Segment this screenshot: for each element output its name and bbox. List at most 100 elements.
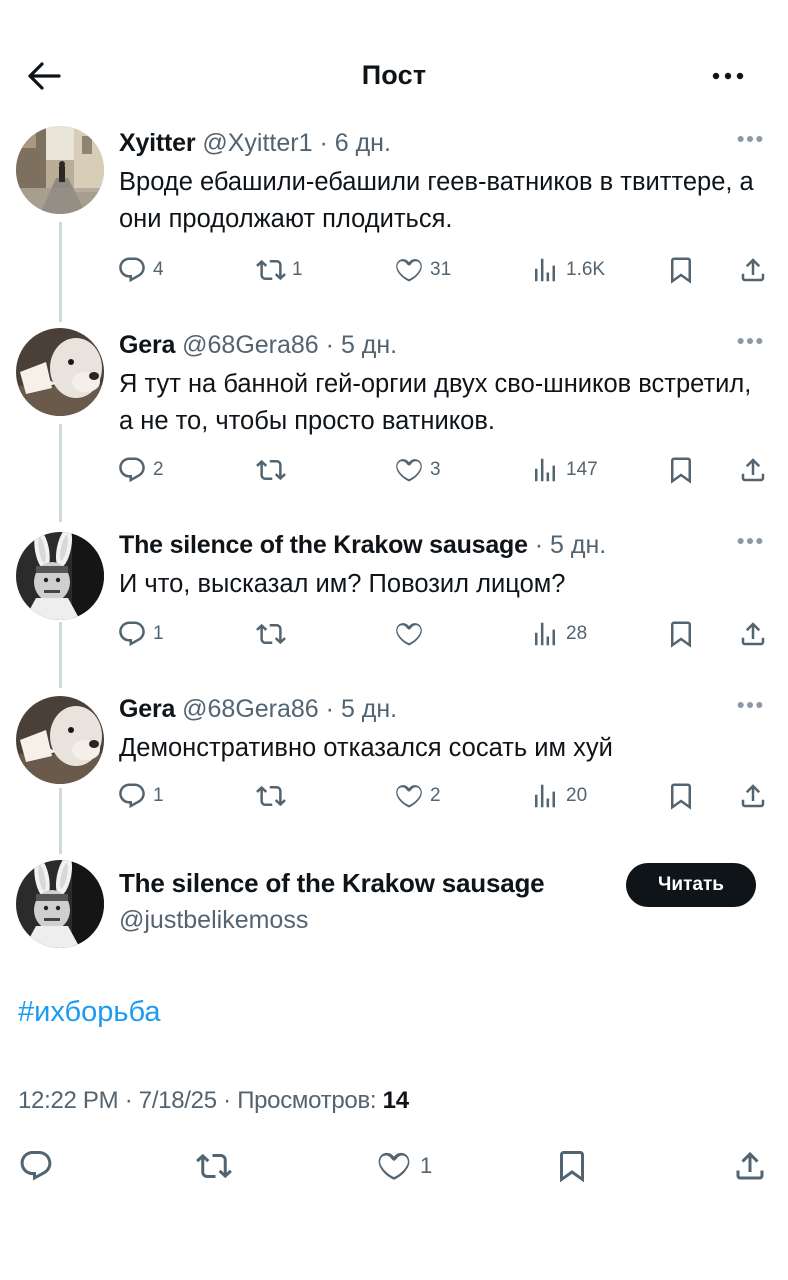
bookmark-button[interactable] <box>666 450 696 490</box>
tweet-text: И что, высказал им? Повозил лицом? <box>119 570 566 598</box>
thread-tweet[interactable]: Xyitter @Xyitter1 · 6 дн. Вроде ебашили-… <box>0 126 788 286</box>
tweet-time[interactable]: 6 дн. <box>335 129 391 157</box>
tweet-time[interactable]: 5 дн. <box>341 695 397 723</box>
separator-dot: · <box>527 531 551 559</box>
avatar[interactable] <box>16 696 104 784</box>
repost-button[interactable] <box>256 450 292 490</box>
author-name[interactable]: Gera <box>119 331 175 359</box>
like-icon <box>394 455 424 485</box>
avatar[interactable] <box>16 328 104 416</box>
reply-button[interactable]: 1 <box>117 614 164 654</box>
repost-button[interactable] <box>256 776 292 816</box>
reply-icon <box>117 255 147 285</box>
author-handle[interactable]: @justbelikemoss <box>119 906 308 935</box>
reply-button[interactable]: 1 <box>117 776 164 816</box>
repost-button[interactable] <box>256 614 292 654</box>
tweet-more-button[interactable] <box>736 128 772 152</box>
bookmark-button[interactable] <box>666 776 696 816</box>
bookmark-icon <box>666 619 696 649</box>
reply-button[interactable]: 4 <box>117 250 164 290</box>
author-handle[interactable]: @68Gera86 <box>182 331 319 359</box>
bookmark-button[interactable] <box>666 614 696 654</box>
views-icon <box>530 255 560 285</box>
more-icon <box>736 536 764 546</box>
views-button[interactable]: 20 <box>530 776 587 816</box>
views-button[interactable]: 28 <box>530 614 587 654</box>
post-time[interactable]: 12:22 PM <box>18 1087 119 1114</box>
thread-tweet[interactable]: Gera @68Gera86 · 5 дн. Я тут на банной г… <box>0 328 788 488</box>
author-name[interactable]: The silence of the Krakow sausage <box>119 868 545 899</box>
share-icon <box>738 255 768 285</box>
views-button[interactable]: 147 <box>530 450 598 490</box>
tweet-more-button[interactable] <box>736 530 772 554</box>
share-button[interactable] <box>738 250 768 290</box>
views-count: 1.6K <box>566 259 606 280</box>
reply-button[interactable]: 2 <box>117 450 164 490</box>
reply-count: 2 <box>153 459 164 480</box>
separator-dot: · <box>118 1087 139 1114</box>
share-icon <box>738 619 768 649</box>
tweet-more-button[interactable] <box>736 694 772 718</box>
views-button[interactable]: 1.6K <box>530 250 605 290</box>
reply-button[interactable] <box>18 1146 54 1186</box>
like-button[interactable]: 3 <box>394 450 441 490</box>
avatar[interactable] <box>16 532 104 620</box>
bookmark-button[interactable] <box>666 250 696 290</box>
top-bar: Пост <box>0 40 788 110</box>
author-handle[interactable]: @68Gera86 <box>182 695 319 723</box>
author-name[interactable]: The silence of the Krakow sausage <box>119 531 528 559</box>
views-icon <box>530 619 560 649</box>
reply-count: 1 <box>153 623 164 644</box>
post-date[interactable]: 7/18/25 <box>139 1087 217 1114</box>
thread-tweet[interactable]: Gera @68Gera86 · 5 дн. Демонстративно от… <box>0 692 788 816</box>
like-button[interactable]: 31 <box>394 250 451 290</box>
share-button[interactable] <box>738 450 768 490</box>
tweet-time[interactable]: 5 дн. <box>550 531 606 559</box>
avatar[interactable] <box>16 860 104 948</box>
like-count: 1 <box>420 1153 433 1178</box>
like-icon <box>394 619 424 649</box>
page-title: Пост <box>361 60 427 90</box>
repost-button[interactable] <box>196 1146 232 1186</box>
more-options-button[interactable] <box>706 58 750 94</box>
like-button[interactable] <box>394 614 430 654</box>
tweet-time[interactable]: 5 дн. <box>341 331 397 359</box>
repost-button[interactable]: 1 <box>256 250 303 290</box>
reply-count: 4 <box>153 259 164 280</box>
like-count: 3 <box>430 459 441 480</box>
tweet-more-button[interactable] <box>736 330 772 354</box>
like-icon <box>394 781 424 811</box>
repost-icon <box>256 781 286 811</box>
author-name[interactable]: Gera <box>119 695 175 723</box>
reply-icon <box>117 455 147 485</box>
tweet-text: Я тут на банной гей-оргии двух сво-шнико… <box>119 370 752 435</box>
hashtag-link[interactable]: #ихборьба <box>18 996 161 1029</box>
author-name[interactable]: Xyitter <box>119 129 196 157</box>
bookmark-button[interactable] <box>554 1146 590 1186</box>
bookmark-icon <box>666 455 696 485</box>
avatar[interactable] <box>16 126 104 214</box>
share-button[interactable] <box>732 1146 768 1186</box>
tweet-header: Gera @68Gera86 · 5 дн. <box>119 328 397 362</box>
like-count: 31 <box>430 259 452 280</box>
tweet-actions: 4 1 31 1.6K <box>0 250 788 290</box>
reply-icon <box>117 619 147 649</box>
share-button[interactable] <box>738 776 768 816</box>
repost-icon <box>256 619 286 649</box>
separator-dot: · <box>312 129 335 157</box>
follow-button[interactable]: Читать <box>626 863 756 907</box>
author-handle[interactable]: @Xyitter1 <box>202 129 312 157</box>
share-button[interactable] <box>738 614 768 654</box>
tweet-header: Gera @68Gera86 · 5 дн. <box>119 692 397 726</box>
thread-tweet[interactable]: The silence of the Krakow sausage · 5 дн… <box>0 528 788 652</box>
like-button[interactable]: 2 <box>394 776 441 816</box>
repost-count: 1 <box>292 259 303 280</box>
bookmark-icon <box>666 255 696 285</box>
more-icon <box>736 336 764 346</box>
tweet-header: The silence of the Krakow sausage · 5 дн… <box>119 528 606 562</box>
more-icon <box>736 134 764 144</box>
tweet-text: Вроде ебашили-ебашили геев-ватников в тв… <box>119 168 754 233</box>
separator-dot: · <box>318 695 341 723</box>
like-button[interactable]: 1 <box>376 1146 432 1186</box>
repost-icon <box>256 255 286 285</box>
